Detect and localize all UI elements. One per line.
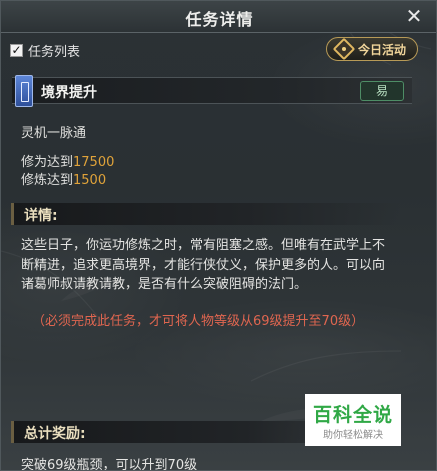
watermark-sub: 助你轻松解决 (323, 430, 383, 441)
checkbox-checked-icon[interactable]: ✓ (10, 44, 23, 57)
window-title: 任务详情 (185, 10, 254, 29)
diamond-lantern-icon (332, 37, 356, 61)
requirement-line: 修为达到17500 (21, 151, 114, 170)
task-header: 境界提升 易 (12, 75, 412, 107)
watermark-logo: 百科全说 助你轻松解决 (305, 394, 401, 446)
close-icon[interactable]: ✕ (402, 3, 426, 29)
title-bar: 任务详情 ✕ (1, 1, 436, 33)
task-detail-window: 任务详情 ✕ ✓ 任务列表 今日活动 境界提升 易 灵机一脉通 修为达到1750… (0, 0, 437, 471)
requirement-value: 17500 (73, 155, 115, 170)
task-list-label: 任务列表 (28, 45, 81, 60)
details-line: 诸葛师叔请教请教，是否有什么突破阻碍的法门。 (21, 277, 308, 292)
details-line: 断精进，追求更高境界，才能行侠仗义，保护更多的人。可以向 (21, 257, 386, 273)
requirement-value: 1500 (73, 173, 107, 188)
task-subtitle: 灵机一脉通 (21, 126, 87, 141)
details-line: 这些日子，你运功修炼之时，常有阻塞之感。但唯有在武学上不 (21, 238, 386, 253)
requirement-line: 修炼达到1500 (21, 169, 106, 188)
details-heading: 详情: (24, 208, 58, 224)
sub-header: ✓ 任务列表 今日活动 (1, 33, 436, 65)
requirement-label: 修为达到 (21, 155, 74, 170)
requirement-note: （必须完成此任务，才可将人物等级从69级提升至70级） (32, 314, 365, 329)
requirement-label: 修炼达到 (21, 173, 74, 188)
details-text: 这些日子，你运功修炼之时，常有阻塞之感。但唯有在武学上不 断精进，追求更高境界，… (21, 236, 421, 295)
reward-text: 突破69级瓶颈，可以升到70级 (21, 458, 198, 471)
task-name: 境界提升 (41, 85, 97, 101)
details-heading-band: 详情: (11, 203, 401, 225)
task-tag-icon (15, 75, 33, 107)
watermark-main: 百科全说 (312, 404, 393, 426)
reward-heading: 总计奖励: (24, 426, 86, 442)
difficulty-badge: 易 (360, 81, 404, 101)
today-activity-label: 今日活动 (358, 42, 407, 57)
today-activity-button[interactable]: 今日活动 (326, 37, 418, 61)
task-list-toggle[interactable]: ✓ 任务列表 (10, 41, 80, 60)
